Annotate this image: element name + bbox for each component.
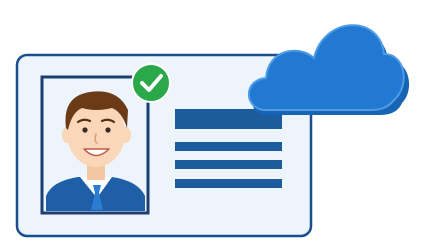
card-text-line [175,179,282,188]
card-text-line [175,142,282,151]
cloud-icon [248,24,410,115]
cloud-id-verification-illustration [0,0,421,241]
card-text-line [175,160,282,169]
check-badge-icon [131,63,171,103]
